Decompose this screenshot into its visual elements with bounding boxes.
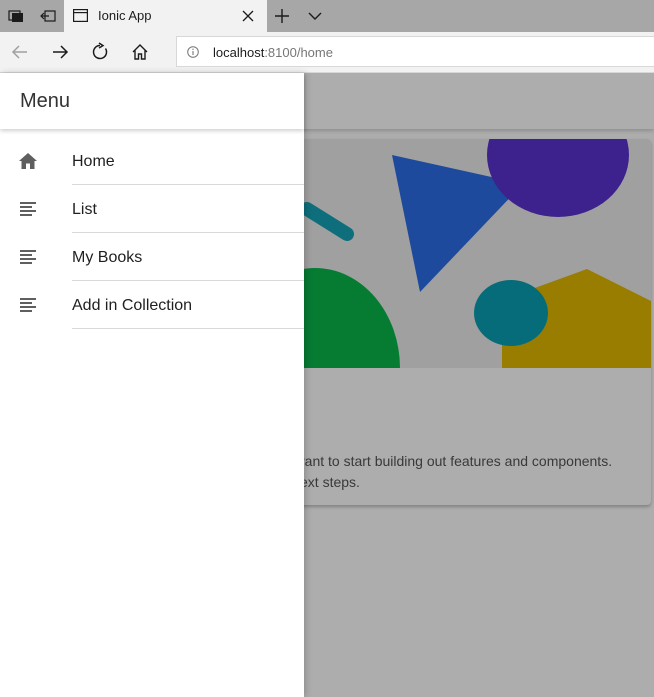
menu-item-home[interactable]: Home — [0, 137, 304, 185]
chevron-down-icon[interactable] — [305, 6, 325, 26]
back-icon — [11, 45, 27, 59]
menu-item-label: Add in Collection — [72, 297, 193, 314]
tab-title: Ionic App — [98, 8, 152, 23]
home-icon — [19, 153, 37, 169]
browser-nav-bar: localhost:8100/home — [0, 32, 654, 73]
close-icon[interactable] — [241, 9, 255, 23]
url-path: :8100/home — [264, 45, 333, 60]
back-button[interactable] — [8, 40, 32, 64]
info-icon[interactable] — [187, 46, 199, 58]
menu-header: Menu — [0, 73, 304, 129]
restore-tabs-icon — [40, 10, 56, 22]
browser-tab-bar: Ionic App — [0, 0, 654, 32]
refresh-icon — [92, 42, 108, 60]
set-aside-tabs-button[interactable] — [0, 0, 32, 32]
menu-list: Home List My Books Add in Collection — [0, 137, 304, 329]
browser-tab[interactable]: Ionic App — [64, 0, 267, 32]
home-button[interactable] — [128, 40, 152, 64]
menu-title: Menu — [20, 90, 71, 112]
menu-item-add-in-collection[interactable]: Add in Collection — [0, 281, 304, 329]
forward-icon — [53, 45, 69, 59]
set-aside-tabs-icon — [8, 10, 23, 22]
side-menu: Menu Home List My Books Add in Collectio… — [0, 73, 304, 697]
list-icon — [20, 298, 36, 312]
menu-item-my-books[interactable]: My Books — [0, 233, 304, 281]
menu-item-label: Home — [72, 153, 115, 170]
divider — [72, 328, 304, 329]
url-host: localhost — [213, 45, 265, 60]
list-icon — [20, 250, 36, 264]
forward-button[interactable] — [48, 40, 72, 64]
home-icon — [132, 44, 148, 60]
refresh-button[interactable] — [88, 40, 112, 64]
menu-item-label: My Books — [72, 249, 143, 266]
menu-item-label: List — [72, 201, 97, 218]
page-icon — [73, 9, 88, 22]
new-tab-icon[interactable] — [272, 6, 292, 26]
list-icon — [20, 202, 36, 216]
menu-item-list[interactable]: List — [0, 185, 304, 233]
address-bar[interactable]: localhost:8100/home — [176, 36, 654, 67]
restore-tabs-button[interactable] — [32, 0, 64, 32]
url-text: localhost:8100/home — [213, 45, 333, 60]
